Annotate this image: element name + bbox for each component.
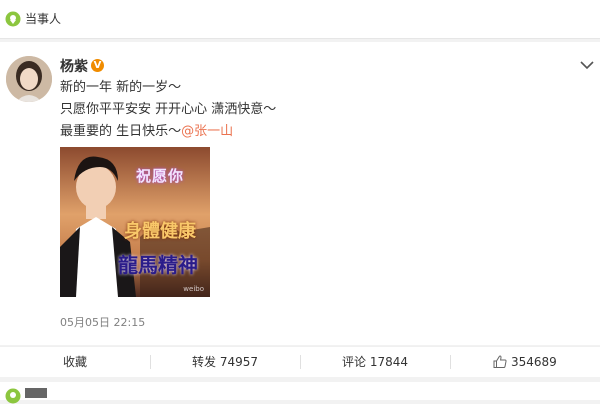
- avatar[interactable]: [6, 56, 52, 102]
- favorite-button[interactable]: 收藏: [0, 347, 150, 377]
- post-text-line-2: 只愿你平平安安 开开心心 潇洒快意～: [60, 102, 277, 117]
- post-text-line-3-prefix: 最重要的 生日快乐～: [60, 124, 182, 139]
- location-pin-icon: [5, 11, 21, 27]
- post-card: 杨紫 V 新的一年 新的一岁～ 只愿你平平安安 开开心心 潇洒快意～ 最重要的 …: [0, 42, 600, 345]
- next-section-header: [0, 382, 600, 404]
- avatar-image: [6, 56, 52, 102]
- comment-label: 评论: [341, 355, 366, 369]
- image-watermark: weibo: [183, 285, 204, 293]
- comment-button[interactable]: 评论 17844: [300, 347, 450, 377]
- repost-button[interactable]: 转发 74957: [150, 347, 300, 377]
- section-title: 当事人: [25, 12, 62, 26]
- like-button[interactable]: 354689: [450, 347, 600, 377]
- section-header: 当事人: [0, 0, 600, 39]
- post-timestamp[interactable]: 05月05日 22:15: [60, 314, 145, 330]
- location-pin-icon: [5, 388, 21, 404]
- favorite-label: 收藏: [62, 355, 87, 369]
- repost-label: 转发: [191, 355, 216, 369]
- post-image[interactable]: 祝愿你 身體健康 龍馬精神 weibo: [60, 147, 210, 297]
- chevron-down-icon[interactable]: [580, 60, 594, 70]
- next-section-title: [25, 388, 47, 398]
- action-bar: 收藏 转发 74957 评论 17844 354689: [0, 346, 600, 377]
- username[interactable]: 杨紫: [60, 58, 88, 76]
- comment-count: 17844: [369, 355, 409, 369]
- post-text-line-3: 最重要的 生日快乐～@张一山: [60, 121, 276, 143]
- image-caption-top: 祝愿你: [136, 167, 185, 185]
- post-text: 新的一年 新的一岁～ 只愿你平平安安 开开心心 潇洒快意～ 最重要的 生日快乐～…: [60, 77, 276, 143]
- mention-link[interactable]: @张一山: [181, 124, 233, 139]
- image-caption-mid: 身體健康: [124, 221, 196, 242]
- repost-count: 74957: [219, 355, 259, 369]
- thumbs-up-icon: [493, 355, 507, 368]
- image-caption-bottom: 龍馬精神: [118, 253, 198, 277]
- verified-badge-icon: V: [91, 59, 104, 72]
- like-count: 354689: [511, 355, 557, 369]
- post-text-line-1: 新的一年 新的一岁～: [60, 80, 182, 95]
